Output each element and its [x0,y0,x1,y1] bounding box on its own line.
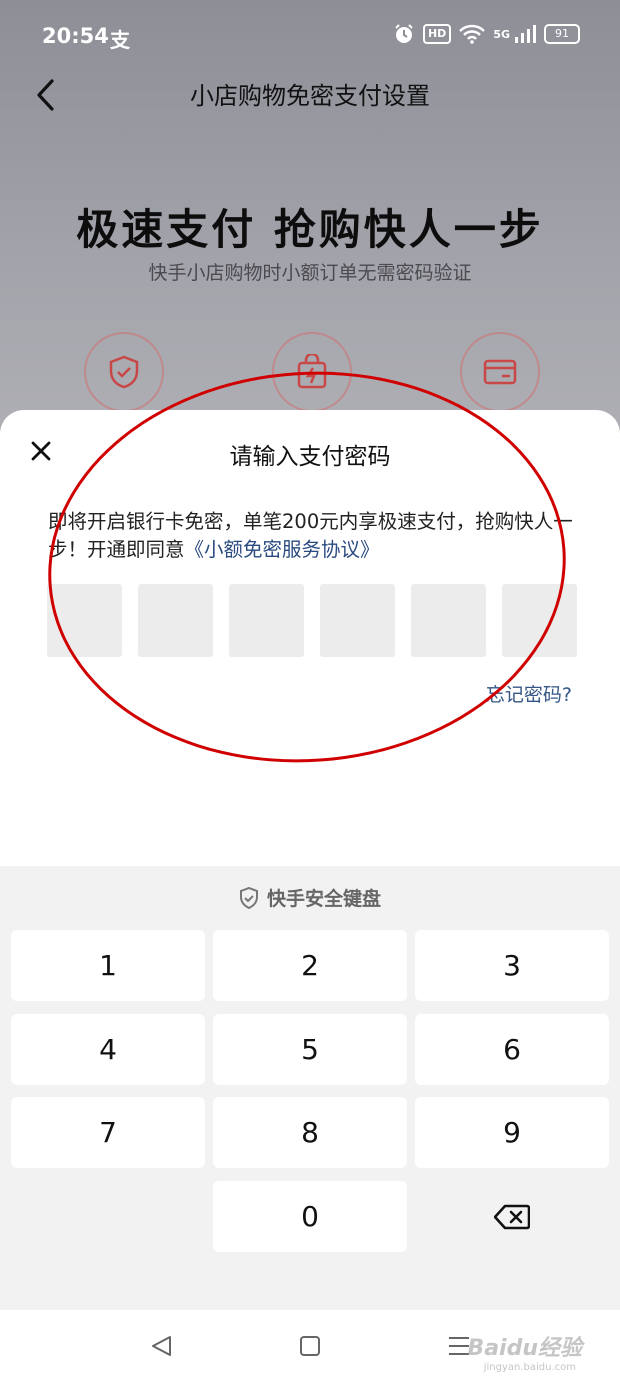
password-digit-box[interactable] [47,584,122,657]
key-3[interactable]: 3 [415,930,609,1001]
hero-title: 极速支付 抢购快人一步 [76,205,544,254]
wifi-icon [459,24,486,44]
feature-card [460,332,540,412]
signal-icon [515,25,536,43]
key-9[interactable]: 9 [415,1097,609,1168]
baidu-watermark-url: jingyan.baidu.com [483,1362,576,1373]
key-1[interactable]: 1 [11,930,205,1001]
bag-lightning-icon [297,354,327,389]
key-7[interactable]: 7 [11,1097,205,1168]
nav-home-icon[interactable] [299,1334,321,1358]
backspace-key[interactable] [415,1181,609,1252]
shield-check-icon [239,886,258,909]
key-8[interactable]: 8 [213,1097,407,1168]
password-digit-box[interactable] [138,584,213,657]
alarm-icon [395,24,413,43]
password-input[interactable] [47,584,577,657]
card-icon [483,359,517,385]
baidu-watermark: Baidu经验 [467,1336,582,1361]
status-icons: HD 5G 91 [393,23,580,45]
password-digit-box[interactable] [229,584,304,657]
page-title: 小店购物免密支付设置 [190,82,430,110]
feature-secure [84,332,164,412]
forgot-password-link[interactable]: 忘记密码? [486,680,572,707]
password-digit-box[interactable] [411,584,486,657]
hero-subtitle: 快手小店购物时小额订单无需密码验证 [148,262,472,284]
agreement-link[interactable]: 《小额免密服务协议》 [185,538,380,561]
password-digit-box[interactable] [320,584,395,657]
key-2[interactable]: 2 [213,930,407,1001]
password-digit-box[interactable] [502,584,577,657]
battery-icon: 91 [544,24,580,44]
key-5[interactable]: 5 [213,1014,407,1085]
nav-back-icon[interactable] [150,1334,174,1358]
network-type: 5G [493,27,510,41]
feature-fast [272,332,352,412]
sheet-description: 即将开启银行卡免密，单笔200元内享极速支付，抢购快人一步！开通即同意《小额免密… [48,508,578,564]
shield-check-icon [109,355,139,389]
backspace-icon [494,1204,530,1229]
hd-badge: HD [422,24,452,44]
status-time: 20:54 [42,24,109,48]
alipay-notification-icon: 支 [110,28,130,52]
key-4[interactable]: 4 [11,1014,205,1085]
key-0[interactable]: 0 [213,1181,407,1252]
keyboard-header: 快手安全键盘 [0,884,620,911]
status-bar: 20:54 支 HD 5G 91 [0,0,620,76]
key-6[interactable]: 6 [415,1014,609,1085]
sheet-title: 请输入支付密码 [229,444,391,470]
keyboard-title: 快手安全键盘 [266,888,381,910]
